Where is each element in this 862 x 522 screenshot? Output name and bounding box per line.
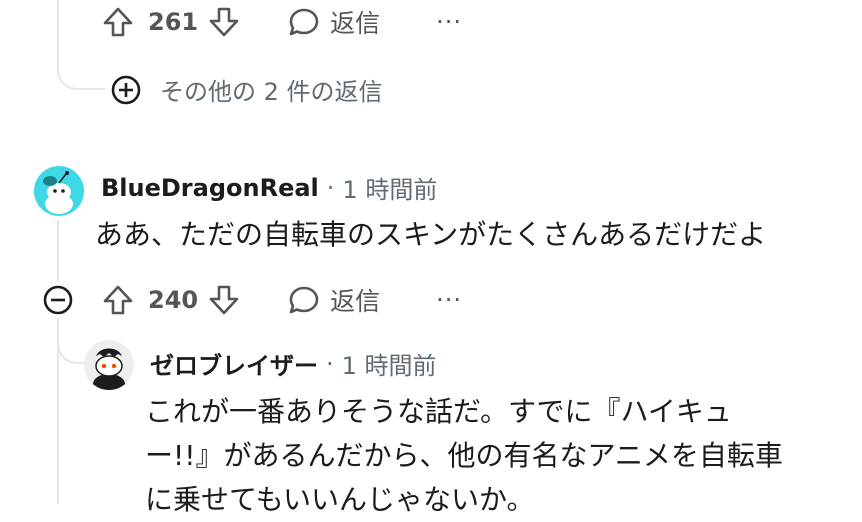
more-replies-button[interactable]: その他の 2 件の返信 — [110, 72, 383, 107]
reply-avatar[interactable] — [84, 340, 134, 390]
comment-header: BlueDragonReal · 1 時間前 — [101, 170, 437, 205]
upvote-icon[interactable] — [102, 284, 134, 316]
comment-body: ああ、ただの自転車のスキンがたくさんあるだけだよ — [95, 218, 767, 251]
collapse-minus-icon[interactable] — [42, 284, 74, 316]
avatar[interactable] — [34, 166, 84, 216]
reply-username[interactable]: ゼロブレイザー — [150, 346, 318, 381]
reply-button[interactable]: 返信 — [288, 4, 380, 40]
downvote-icon[interactable] — [208, 284, 240, 316]
meta-separator: · — [326, 349, 334, 378]
timestamp[interactable]: 1 時間前 — [342, 170, 437, 205]
comment-bubble-icon — [288, 6, 320, 38]
expand-plus-icon — [110, 74, 142, 106]
main-comment-actions: 240 返信 ··· — [102, 280, 462, 320]
reply-label: 返信 — [330, 287, 381, 316]
meta-separator: · — [326, 173, 335, 202]
username[interactable]: BlueDragonReal — [101, 174, 319, 202]
more-options-button[interactable]: ··· — [436, 286, 462, 314]
downvote-icon[interactable] — [208, 6, 240, 38]
vote-count: 261 — [148, 8, 199, 36]
reply-body: これが一番ありそうな話だ。すでに『ハイキュ ー!!』があるんだから、他の有名なア… — [145, 390, 783, 522]
thread-connector-reply — [57, 318, 85, 364]
reply-body-line: ー!!』があるんだから、他の有名なアニメを自転車 — [145, 439, 783, 472]
reply-label: 返信 — [330, 9, 381, 38]
top-comment-actions: 261 返信 ··· — [102, 2, 462, 42]
thread-connector-more-replies — [57, 40, 105, 90]
reply-body-line: これが一番ありそうな話だ。すでに『ハイキュ — [145, 395, 732, 428]
more-replies-label: その他の 2 件の返信 — [160, 78, 383, 106]
reply-button[interactable]: 返信 — [288, 282, 380, 318]
upvote-icon[interactable] — [102, 6, 134, 38]
more-options-button[interactable]: ··· — [436, 8, 462, 36]
thread-line-main — [57, 220, 59, 282]
comment-bubble-icon — [288, 284, 320, 316]
reply-header: ゼロブレイザー · 1 時間前 — [150, 346, 437, 381]
vote-count: 240 — [148, 286, 199, 314]
reply-timestamp[interactable]: 1 時間前 — [342, 346, 437, 381]
reply-body-line: に乗せてもいいんじゃないか。 — [145, 483, 535, 516]
